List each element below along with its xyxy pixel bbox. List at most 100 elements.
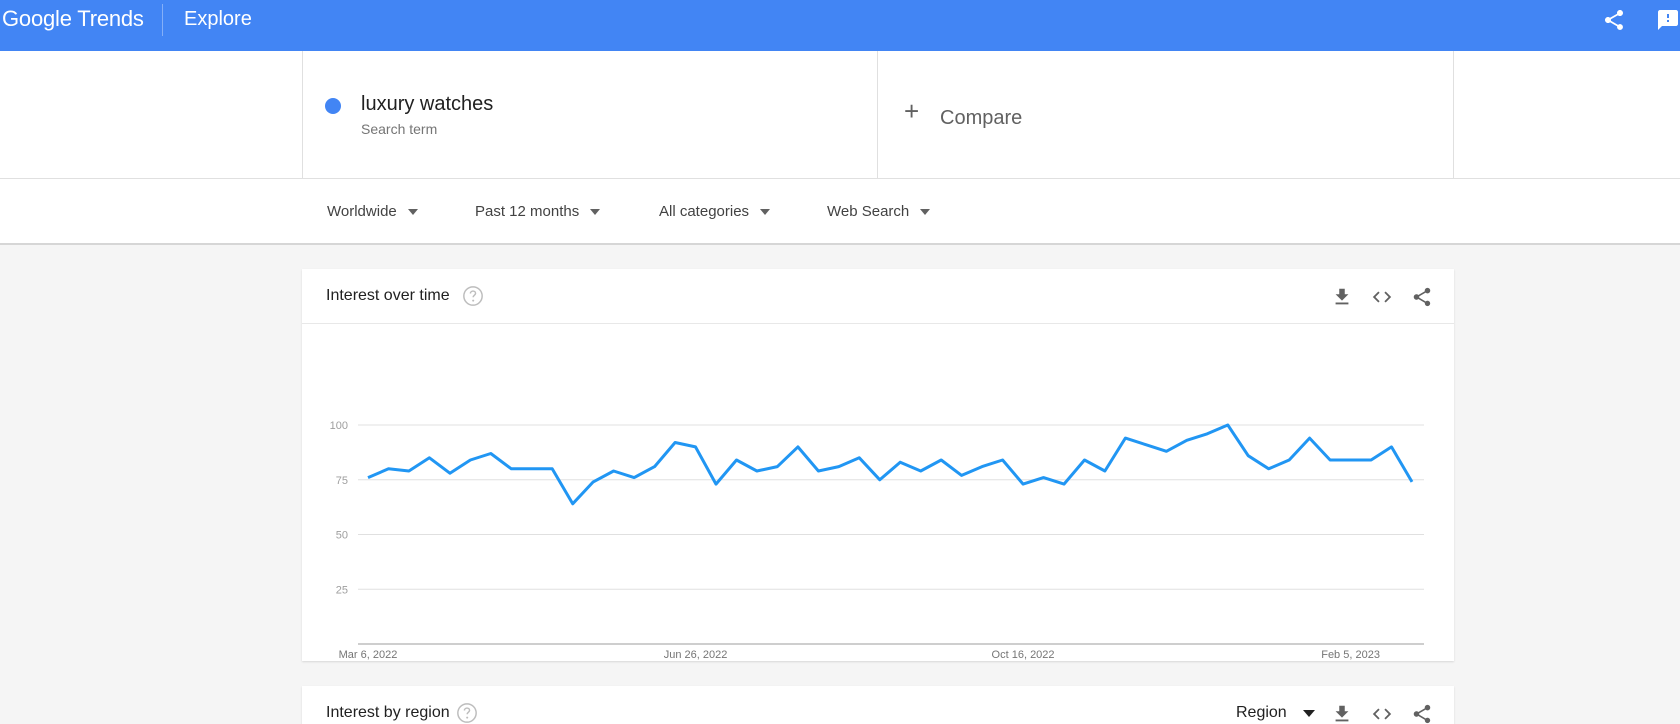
- search-term-card[interactable]: luxury watches Search term: [302, 51, 878, 179]
- data-point[interactable]: [937, 456, 945, 464]
- data-point[interactable]: [1326, 456, 1334, 464]
- page-title: Explore: [184, 8, 252, 30]
- data-point[interactable]: [1244, 452, 1252, 460]
- search-term-type: Search term: [361, 121, 438, 137]
- card-title: Interest over time: [326, 287, 450, 304]
- data-point[interactable]: [1040, 474, 1048, 482]
- download-icon[interactable]: [1331, 286, 1353, 308]
- data-point[interactable]: [487, 449, 495, 457]
- embed-icon[interactable]: [1371, 703, 1393, 724]
- data-point[interactable]: [651, 463, 659, 471]
- share-icon[interactable]: [1602, 8, 1626, 32]
- data-point[interactable]: [1347, 456, 1355, 464]
- data-point[interactable]: [1285, 456, 1293, 464]
- data-point[interactable]: [1203, 430, 1211, 438]
- location-filter[interactable]: Worldwide: [327, 203, 418, 220]
- search-term-text[interactable]: luxury watches: [361, 93, 493, 116]
- search-terms-bar: luxury watches Search term + Compare: [0, 51, 1680, 179]
- term-color-dot: [325, 98, 341, 114]
- data-point[interactable]: [425, 454, 433, 462]
- data-point[interactable]: [835, 463, 843, 471]
- data-point[interactable]: [610, 467, 618, 475]
- help-icon[interactable]: [456, 702, 478, 724]
- data-point[interactable]: [1388, 443, 1396, 451]
- data-point[interactable]: [1162, 447, 1170, 455]
- data-point[interactable]: [384, 465, 392, 473]
- data-point[interactable]: [1408, 478, 1416, 486]
- feedback-icon[interactable]: [1656, 8, 1680, 32]
- data-point[interactable]: [507, 465, 515, 473]
- help-icon[interactable]: [462, 285, 484, 307]
- region-select-label: Region: [1236, 704, 1287, 721]
- data-point[interactable]: [692, 443, 700, 451]
- share-icon[interactable]: [1411, 703, 1433, 724]
- data-point[interactable]: [917, 467, 925, 475]
- top-app-bar: Google Trends Explore: [0, 0, 1680, 51]
- data-point[interactable]: [855, 454, 863, 462]
- interest-by-region-card: Interest by region Region: [302, 686, 1454, 724]
- data-point[interactable]: [630, 474, 638, 482]
- x-tick-label: Oct 16, 2022: [992, 649, 1055, 661]
- data-point[interactable]: [1183, 436, 1191, 444]
- data-point[interactable]: [978, 463, 986, 471]
- compare-button[interactable]: + Compare: [878, 51, 1454, 179]
- data-point[interactable]: [548, 465, 556, 473]
- data-point[interactable]: [405, 467, 413, 475]
- series-line[interactable]: [367, 423, 1414, 506]
- caret-down-icon: [760, 208, 771, 215]
- interest-over-time-chart: 25 50 75 100 Mar 6, 2022 Jun 26, 2022 Oct 16, …: [330, 420, 1424, 661]
- data-point[interactable]: [1142, 441, 1150, 449]
- data-point[interactable]: [1367, 456, 1375, 464]
- y-tick-label: 100: [330, 420, 348, 432]
- data-point[interactable]: [999, 456, 1007, 464]
- region-resolution-select[interactable]: Region: [1236, 704, 1315, 722]
- download-icon[interactable]: [1331, 703, 1353, 724]
- data-point[interactable]: [569, 500, 577, 508]
- caret-down-icon: [1302, 709, 1315, 717]
- data-point[interactable]: [671, 439, 679, 447]
- caret-down-icon: [590, 208, 601, 215]
- data-point[interactable]: [364, 474, 372, 482]
- data-point[interactable]: [528, 465, 536, 473]
- data-point[interactable]: [732, 456, 740, 464]
- data-point[interactable]: [896, 458, 904, 466]
- data-point[interactable]: [794, 443, 802, 451]
- plus-icon: +: [904, 96, 920, 126]
- google-trends-logo[interactable]: Google Trends: [2, 6, 144, 32]
- data-point[interactable]: [589, 478, 597, 486]
- caret-down-icon: [407, 208, 418, 215]
- data-point[interactable]: [446, 469, 454, 477]
- header-divider: [162, 4, 163, 36]
- data-point[interactable]: [1121, 434, 1129, 442]
- data-point[interactable]: [1306, 434, 1314, 442]
- logo-google-text: Google: [2, 6, 72, 31]
- data-point[interactable]: [1060, 480, 1068, 488]
- data-point[interactable]: [1265, 465, 1273, 473]
- data-point[interactable]: [1019, 480, 1027, 488]
- filter-bar: Worldwide Past 12 months All categories …: [0, 179, 1680, 245]
- card-header: Interest over time: [302, 269, 1454, 324]
- card-title: Interest by region: [326, 704, 450, 721]
- category-filter[interactable]: All categories: [659, 203, 771, 220]
- compare-label: Compare: [940, 107, 1023, 129]
- data-point[interactable]: [712, 480, 720, 488]
- x-tick-label: Feb 5, 2023: [1321, 649, 1380, 661]
- data-point[interactable]: [1101, 467, 1109, 475]
- embed-icon[interactable]: [1371, 286, 1393, 308]
- caret-down-icon: [920, 208, 931, 215]
- data-point[interactable]: [814, 467, 822, 475]
- search-type-filter[interactable]: Web Search: [827, 203, 931, 220]
- data-point[interactable]: [753, 467, 761, 475]
- y-tick-label: 25: [336, 584, 348, 596]
- time-range-filter[interactable]: Past 12 months: [475, 203, 601, 220]
- y-tick-label: 50: [336, 530, 348, 542]
- logo-trends-text: Trends: [77, 6, 144, 31]
- data-point[interactable]: [1224, 421, 1232, 429]
- data-point[interactable]: [773, 463, 781, 471]
- share-icon[interactable]: [1411, 286, 1433, 308]
- y-tick-label: 75: [336, 475, 348, 487]
- data-point[interactable]: [876, 476, 884, 484]
- data-point[interactable]: [466, 456, 474, 464]
- data-point[interactable]: [958, 471, 966, 479]
- data-point[interactable]: [1080, 456, 1088, 464]
